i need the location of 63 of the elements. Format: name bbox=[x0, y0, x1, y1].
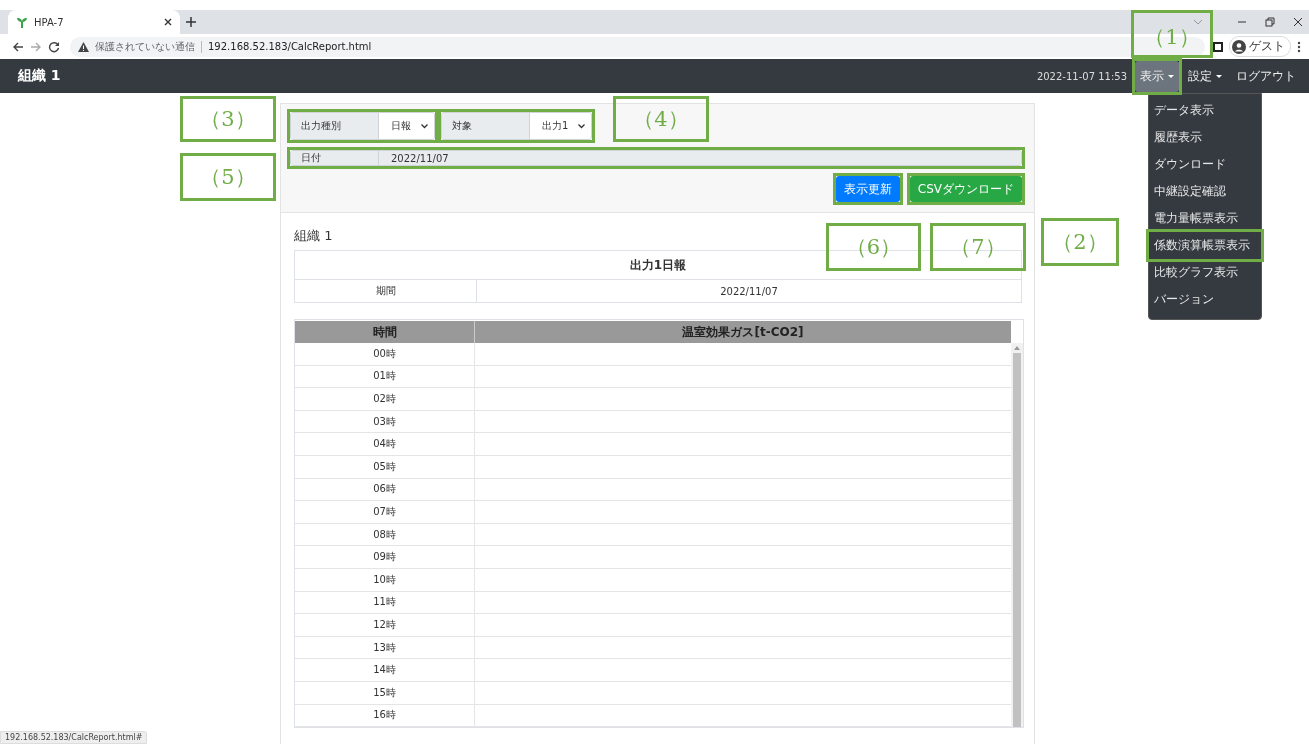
column-header: 時間 bbox=[295, 321, 475, 343]
caret-icon bbox=[1168, 74, 1174, 78]
menu-item[interactable]: 履歴表示 bbox=[1149, 124, 1261, 151]
caret-icon bbox=[1216, 74, 1222, 78]
nav-dropdown[interactable]: 表示 bbox=[1135, 60, 1179, 92]
menu-item[interactable]: バージョン bbox=[1149, 286, 1261, 313]
brand-title: 組織 1 bbox=[18, 67, 62, 85]
warning-icon bbox=[78, 41, 89, 52]
highlight-frame bbox=[832, 173, 903, 205]
table-cell: 03時 bbox=[295, 410, 475, 433]
table-cell: 09時 bbox=[295, 546, 475, 568]
table-cell: 14時 bbox=[295, 659, 475, 681]
menu-item[interactable]: 電力量帳票表示 bbox=[1149, 205, 1261, 232]
url-text: 192.168.52.183/CalcReport.html bbox=[208, 41, 372, 52]
avatar-icon bbox=[1232, 39, 1246, 54]
menu-item[interactable]: 係数演算帳票表示 bbox=[1149, 232, 1261, 259]
table-cell: 04時 bbox=[295, 433, 475, 455]
callout-label: （3） bbox=[180, 96, 276, 142]
menu-item[interactable]: 中継設定確認 bbox=[1149, 178, 1261, 205]
table-cell: 16時 bbox=[295, 704, 475, 727]
close-icon[interactable] bbox=[1293, 17, 1303, 27]
callout-label: （5） bbox=[180, 153, 276, 201]
restore-icon[interactable] bbox=[1265, 17, 1275, 27]
table-cell: 07時 bbox=[295, 501, 475, 523]
security-label: 保護されていない通信 bbox=[95, 39, 195, 54]
kebab-menu-icon[interactable] bbox=[1297, 40, 1301, 53]
table-cell: 12時 bbox=[295, 614, 475, 636]
datetime-text: 2022-11-07 11:53 bbox=[1036, 70, 1127, 82]
table-cell: 13時 bbox=[295, 636, 475, 659]
refresh-button[interactable]: 表示更新 bbox=[835, 176, 900, 202]
profile-button[interactable]: ゲスト bbox=[1229, 36, 1291, 57]
menu-item[interactable]: 比較グラフ表示 bbox=[1149, 259, 1261, 286]
callout-label: （1） bbox=[1131, 10, 1213, 58]
close-icon[interactable] bbox=[164, 18, 172, 26]
table-cell: 2022/11/07 bbox=[476, 279, 1022, 303]
table-cell: 01時 bbox=[295, 365, 475, 388]
callout-label: （4） bbox=[613, 96, 709, 142]
organization-name: 組織 1 bbox=[294, 227, 334, 245]
table-cell: 05時 bbox=[295, 455, 475, 478]
sprout-icon bbox=[16, 16, 28, 28]
table-cell: 00時 bbox=[295, 343, 475, 365]
browser-tab[interactable]: HPA-7 bbox=[8, 10, 180, 34]
status-url: 192.168.52.183/CalcReport.html# bbox=[0, 731, 148, 744]
table-cell: 08時 bbox=[295, 523, 475, 546]
new-tab-icon[interactable] bbox=[186, 17, 196, 27]
table-cell: 02時 bbox=[295, 388, 475, 410]
menu-item[interactable]: データ表示 bbox=[1149, 97, 1261, 124]
scrollbar[interactable] bbox=[1011, 343, 1023, 728]
table-cell: 06時 bbox=[295, 478, 475, 501]
square-icon[interactable] bbox=[1213, 41, 1223, 52]
callout-label: （7） bbox=[930, 223, 1026, 271]
callout-label: （2） bbox=[1041, 218, 1119, 266]
nav-link[interactable]: ログアウト bbox=[1231, 60, 1301, 92]
reload-icon[interactable] bbox=[48, 40, 60, 53]
column-header: 温室効果ガス[t-CO2] bbox=[475, 321, 1011, 343]
table-cell: 15時 bbox=[295, 681, 475, 704]
table-cell: 10時 bbox=[295, 568, 475, 591]
highlight-frame bbox=[1132, 57, 1182, 95]
nav-dropdown[interactable]: 設定 bbox=[1183, 60, 1227, 92]
table-cell: 11時 bbox=[295, 591, 475, 614]
menu-item[interactable]: ダウンロード bbox=[1149, 151, 1261, 178]
table-cell: 期間 bbox=[294, 279, 477, 303]
back-arrow-icon[interactable] bbox=[12, 40, 24, 53]
